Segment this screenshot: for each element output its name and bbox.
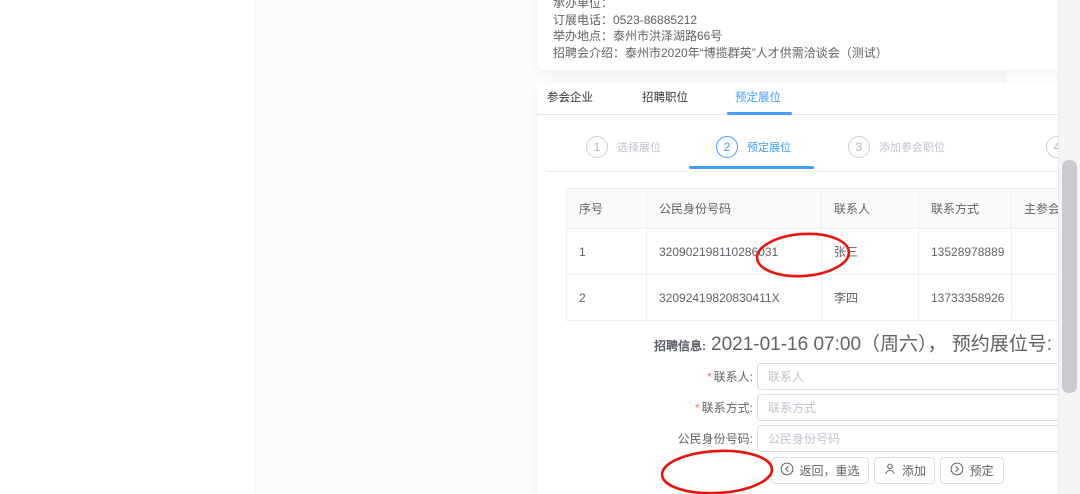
step-1-select-booth: 1 选择展位	[586, 136, 661, 158]
fair-intro-line: 招聘会介绍：泰州市2020年“博揽群英”人才供需洽谈会（测试）	[553, 45, 888, 62]
booth-booking-page: 承办单位： 订展电话：0523-86885212 举办地点：泰州市洪泽湖路66号…	[0, 0, 1080, 494]
back-reselect-button[interactable]: 返回，重选	[771, 457, 869, 484]
row-contact: 张三	[822, 229, 919, 275]
required-star: *	[707, 370, 712, 384]
reserve-button[interactable]: 预定	[940, 457, 1004, 484]
row-index: 2	[567, 275, 647, 321]
forward-circle-icon	[950, 462, 964, 479]
step-2-label: 预定展位	[747, 139, 791, 155]
contact-name-input[interactable]	[757, 363, 1080, 390]
contact-phone-label: 联系方式:	[702, 401, 753, 415]
toggle-off-label: 否	[1012, 298, 1018, 318]
table-row: 1 320902198110286031 张三 13528978889 是 删除	[567, 229, 1080, 275]
step-2-number: 2	[716, 136, 738, 158]
id-number-label: 公民身份号码:	[678, 432, 753, 446]
user-icon	[883, 462, 897, 479]
step-3-label: 添加参会职位	[879, 139, 945, 155]
add-attendee-button[interactable]: 添加	[874, 457, 935, 484]
tab-job-positions[interactable]: 招聘职位	[642, 83, 688, 114]
contact-name-row: *联系人:	[537, 363, 1080, 390]
toggle-knob	[1026, 300, 1042, 316]
contact-name-label: 联系人:	[714, 370, 753, 384]
step-1-label: 选择展位	[617, 139, 661, 155]
id-number-input[interactable]	[757, 425, 1080, 452]
booking-datetime-text: 2021-01-16 07:00（周六）， 预约展位号:	[711, 329, 1052, 356]
step-indicator: 1 选择展位 2 预定展位 3 添加参会职位 4 预约成功	[546, 133, 1080, 172]
table-row: 2 32092419820830411X 李四 13733358926 否 删除	[567, 275, 1080, 321]
tab-attending-companies[interactable]: 参会企业	[547, 83, 593, 114]
row-index: 1	[567, 229, 647, 275]
col-header-contact: 联系人	[822, 189, 919, 229]
col-header-index: 序号	[567, 189, 647, 229]
id-number-row: 公民身份号码:	[537, 425, 1080, 452]
venue-line: 举办地点：泰州市洪泽湖路66号	[553, 28, 888, 45]
tab-bar: 参会企业 招聘职位 预定展位	[537, 83, 1080, 115]
attendee-table: 序号 公民身份号码 联系人 联系方式 主参会人 操作 1 32090219811…	[566, 188, 1080, 321]
organizer-line: 承办单位：	[553, 0, 888, 12]
row-phone: 13733358926	[919, 275, 1012, 321]
row-contact: 李四	[822, 275, 919, 321]
booking-info-label: 招聘信息:	[654, 337, 706, 354]
row-id-number: 320902198110286031	[647, 229, 822, 275]
content-panel: 承办单位： 订展电话：0523-86885212 举办地点：泰州市洪泽湖路66号…	[255, 0, 1005, 494]
contact-phone-input[interactable]	[757, 394, 1080, 421]
toggle-knob	[1012, 254, 1023, 270]
col-header-id-number: 公民身份号码	[647, 189, 822, 229]
step-3-add-positions: 3 添加参会职位	[848, 136, 945, 158]
contact-phone-row: *联系方式:	[537, 394, 1080, 421]
event-info-lines: 承办单位： 订展电话：0523-86885212 举办地点：泰州市洪泽湖路66号…	[553, 0, 888, 61]
row-phone: 13528978889	[919, 229, 1012, 275]
scrollbar-track[interactable]	[1058, 0, 1080, 494]
step-2-reserve-booth: 2 预定展位	[716, 136, 791, 158]
scrollbar-thumb[interactable]	[1062, 160, 1077, 393]
row-id-number: 32092419820830411X	[647, 275, 822, 321]
table-header-row: 序号 公民身份号码 联系人 联系方式 主参会人 操作	[567, 189, 1080, 229]
toggle-on-label: 是	[1031, 252, 1040, 272]
tab-reserve-booth[interactable]: 预定展位	[735, 83, 781, 114]
booking-phone-line: 订展电话：0523-86885212	[553, 12, 888, 29]
booking-card: 参会企业 招聘职位 预定展位 1 选择展位 2 预定展位 3 添加参会职位	[537, 83, 1080, 494]
booking-info-line: 招聘信息: 2021-01-16 07:00（周六）， 预约展位号: 75	[654, 329, 1078, 356]
active-tab-underline	[727, 112, 792, 115]
event-info-card: 承办单位： 订展电话：0523-86885212 举办地点：泰州市洪泽湖路66号…	[537, 0, 1080, 70]
back-circle-icon	[780, 462, 794, 479]
required-star: *	[695, 401, 700, 415]
col-header-phone: 联系方式	[919, 189, 1012, 229]
active-step-underline	[689, 166, 814, 169]
step-1-number: 1	[586, 136, 608, 158]
step-3-number: 3	[848, 136, 870, 158]
form-actions: 返回，重选 添加 预定	[771, 457, 1004, 484]
